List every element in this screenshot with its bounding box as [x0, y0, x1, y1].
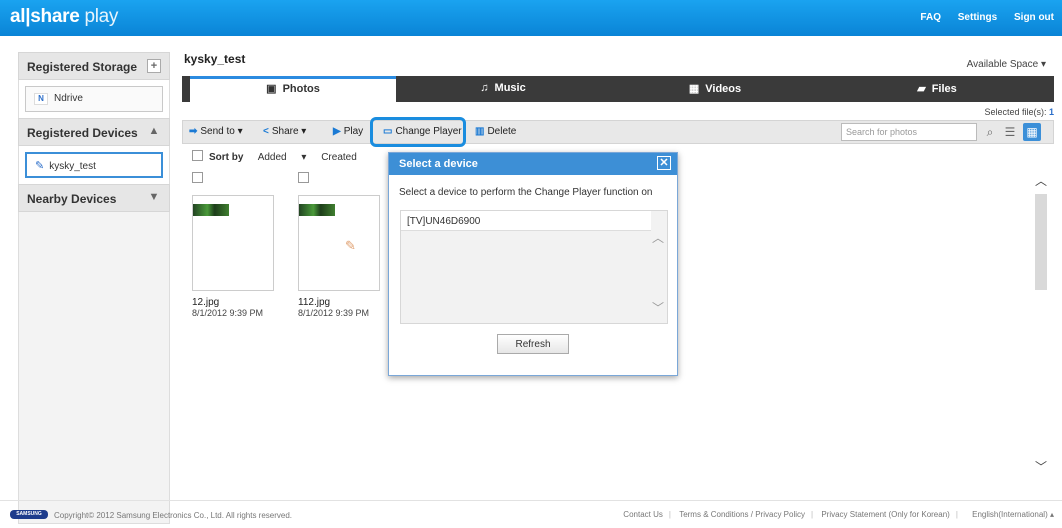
dialog-message: Select a device to perform the Change Pl…	[399, 187, 653, 198]
device-icon: ✎	[35, 160, 45, 172]
available-space-dropdown[interactable]: Available Space ▾	[967, 59, 1046, 70]
tab-bar: ▣ Photos ♫ Music ▦ Videos ▰ Files	[182, 76, 1054, 102]
tab-photos[interactable]: ▣ Photos	[190, 76, 396, 102]
search-icon[interactable]: ⌕	[981, 123, 999, 141]
delete-button[interactable]: ▥ Delete	[475, 121, 516, 143]
sort-created[interactable]: Created	[321, 152, 357, 163]
registered-storage-header: Registered Storage +	[18, 52, 170, 80]
footer-links: Contact Us | Terms & Conditions / Privacy…	[623, 510, 1054, 519]
item-checkbox[interactable]	[192, 172, 203, 183]
share-icon: <	[263, 126, 269, 137]
folder-icon: ▰	[917, 83, 926, 95]
nearby-devices-header[interactable]: Nearby Devices ▼	[18, 184, 170, 212]
collapse-arrow-icon[interactable]: ▲	[147, 125, 161, 139]
device-list-item[interactable]: [TV]UN46D6900	[401, 211, 651, 231]
change-player-highlight	[370, 117, 466, 147]
sort-row: Sort by Added ▾ Created	[192, 150, 369, 163]
tab-music[interactable]: ♫ Music	[398, 76, 608, 102]
item-name: 12.jpg	[192, 297, 220, 308]
select-all-checkbox[interactable]	[192, 150, 203, 161]
sidebar: Registered Storage + N Ndrive Registered …	[18, 52, 170, 524]
toolbar: ➡ Send to ▾ < Share ▾ ▶ Play ▭ Change Player…	[182, 120, 1054, 144]
photo-item[interactable]: 12.jpg 8/1/2012 9:39 PM	[192, 172, 274, 318]
contact-us-link[interactable]: Contact Us	[623, 510, 663, 519]
play-icon: ▶	[333, 126, 341, 137]
scroll-down-icon[interactable]: ﹀	[1034, 458, 1048, 475]
arrow-right-icon: ➡	[189, 126, 198, 137]
add-storage-button[interactable]: +	[147, 59, 161, 73]
ndrive-icon: N	[34, 93, 48, 105]
sign-out-link[interactable]: Sign out	[1014, 12, 1054, 23]
photo-item[interactable]: ✎ 112.jpg 8/1/2012 9:39 PM	[298, 172, 380, 318]
device-item-kysky-test[interactable]: ✎ kysky_test	[25, 152, 163, 178]
faq-link[interactable]: FAQ	[920, 12, 941, 23]
search-input[interactable]: Search for photos	[841, 123, 977, 141]
expand-arrow-icon[interactable]: ▼	[147, 191, 161, 205]
device-list: [TV]UN46D6900 ︿ ﹀	[400, 210, 668, 324]
refresh-button[interactable]: Refresh	[497, 334, 569, 354]
film-icon: ▦	[688, 83, 700, 95]
top-bar: al|share play FAQ Settings Sign out	[0, 0, 1062, 36]
registered-devices-header[interactable]: Registered Devices ▲	[18, 118, 170, 146]
item-date: 8/1/2012 9:39 PM	[192, 308, 264, 318]
tab-videos[interactable]: ▦ Videos	[610, 76, 820, 102]
dialog-header: Select a device ✕	[389, 153, 677, 175]
copyright-text: Copyright© 2012 Samsung Electronics Co.,…	[54, 511, 293, 520]
privacy-statement-link[interactable]: Privacy Statement (Only for Korean)	[821, 510, 950, 519]
item-checkbox[interactable]	[298, 172, 309, 183]
photo-icon: ▣	[266, 83, 277, 95]
scroll-up-icon[interactable]: ︿	[1034, 172, 1048, 189]
selected-files: Selected file(s): 1	[984, 107, 1054, 117]
scrollbar[interactable]: ︿ ﹀	[1034, 172, 1048, 475]
select-device-dialog: Select a device ✕ Select a device to per…	[388, 152, 678, 376]
app-logo[interactable]: al|share play	[10, 6, 118, 28]
photo-thumbnail[interactable]	[192, 195, 274, 291]
music-icon: ♫	[480, 82, 489, 94]
list-scroll-up-icon[interactable]: ︿	[651, 229, 665, 246]
tab-files[interactable]: ▰ Files	[822, 76, 1052, 102]
paperclip-icon: ✎	[345, 238, 356, 253]
grid-view-icon[interactable]: ▦	[1023, 123, 1041, 141]
page-title: kysky_test	[184, 52, 246, 66]
photo-thumbnail[interactable]: ✎	[298, 195, 380, 291]
sort-added[interactable]: Added ▾	[258, 152, 307, 163]
close-icon[interactable]: ✕	[657, 156, 671, 170]
storage-item-ndrive[interactable]: N Ndrive	[25, 86, 163, 112]
play-button[interactable]: ▶ Play	[333, 121, 363, 143]
share-button[interactable]: < Share ▾	[263, 121, 306, 143]
terms-link[interactable]: Terms & Conditions / Privacy Policy	[679, 510, 805, 519]
scroll-thumb[interactable]	[1035, 194, 1047, 290]
item-date: 8/1/2012 9:39 PM	[298, 308, 370, 318]
trash-icon: ▥	[475, 126, 485, 137]
list-scroll-down-icon[interactable]: ﹀	[651, 299, 665, 316]
samsung-logo: SAMSUNG	[10, 510, 48, 519]
language-selector[interactable]: English(International) ▴	[966, 510, 1054, 519]
top-links: FAQ Settings Sign out	[906, 12, 1054, 23]
item-name: 112.jpg	[298, 297, 331, 308]
list-view-icon[interactable]: ☰	[1001, 123, 1019, 141]
send-to-button[interactable]: ➡ Send to ▾	[189, 121, 243, 143]
footer: SAMSUNG Copyright© 2012 Samsung Electron…	[0, 500, 1062, 528]
settings-link[interactable]: Settings	[958, 12, 997, 23]
